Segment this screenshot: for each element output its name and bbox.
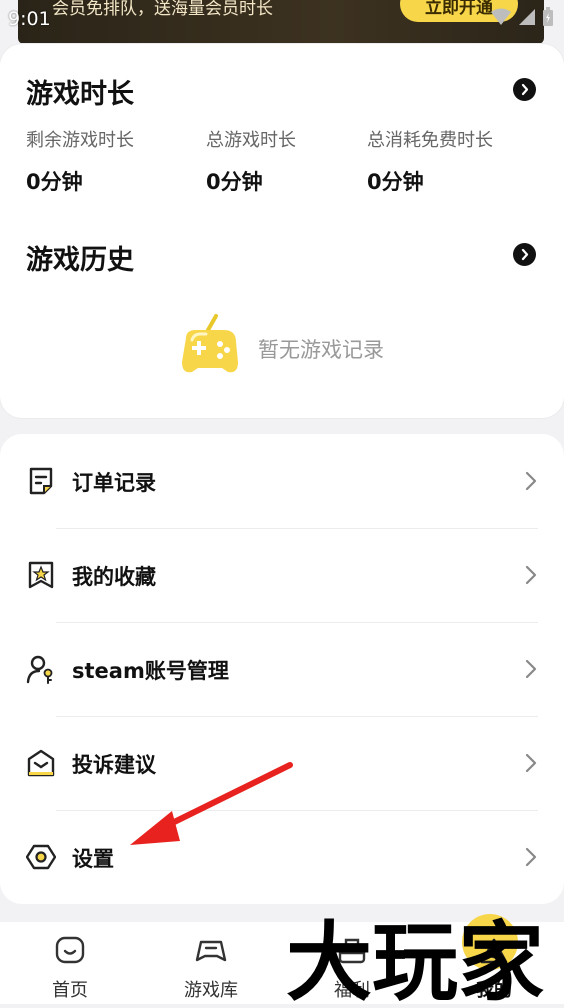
stat-value: 0分钟 bbox=[26, 170, 83, 194]
status-icons bbox=[490, 6, 554, 28]
nav-label: 首页 bbox=[52, 980, 88, 1001]
user-key-icon bbox=[26, 655, 53, 684]
annotation-arrow bbox=[130, 762, 293, 845]
game-history-title: 游戏历史 bbox=[26, 245, 134, 276]
nav-label: 游戏库 bbox=[184, 980, 238, 1001]
stat-remaining-time: 剩余游戏时长 0分钟 bbox=[26, 126, 134, 196]
menu-item-label: 订单记录 bbox=[72, 471, 156, 495]
menu-item-label: 设置 bbox=[72, 847, 114, 871]
menu-item-favorites[interactable]: 我的收藏 bbox=[0, 528, 564, 622]
wifi-icon bbox=[491, 8, 511, 25]
status-time: 9:01 bbox=[8, 8, 51, 30]
chevron-right-icon bbox=[521, 248, 529, 261]
nav-item-game-library[interactable]: 游戏库 bbox=[166, 934, 256, 1002]
home-icon bbox=[55, 936, 85, 964]
menu-item-label: 我的收藏 bbox=[72, 565, 156, 589]
menu-item-label: steam账号管理 bbox=[72, 659, 229, 683]
member-banner: 会员免排队，送海量会员时长 立即开通 9:01 bbox=[0, 0, 564, 44]
gamepad-illustration-icon bbox=[182, 314, 238, 373]
bookmark-star-icon bbox=[28, 561, 54, 589]
settings-hex-icon bbox=[26, 844, 56, 870]
menu-item-orders[interactable]: 订单记录 bbox=[0, 434, 564, 528]
member-banner-bg: 会员免排队，送海量会员时长 立即开通 bbox=[18, 0, 544, 44]
stat-value: 0分钟 bbox=[206, 170, 263, 194]
watermark-logo: 大玩家 bbox=[280, 900, 564, 1008]
watermark-logo-art: 大玩家 bbox=[286, 913, 544, 1008]
battery-icon bbox=[543, 7, 553, 26]
chevron-right-icon bbox=[525, 565, 537, 585]
menu-item-steam-account[interactable]: steam账号管理 bbox=[0, 622, 564, 716]
chevron-right-icon bbox=[525, 659, 537, 679]
stat-free-time-used: 总消耗免费时长 0分钟 bbox=[367, 126, 493, 196]
chevron-right-icon bbox=[521, 83, 529, 96]
signal-icon bbox=[519, 9, 535, 25]
game-history-more-button[interactable] bbox=[513, 243, 536, 266]
history-empty-state: 暂无游戏记录 bbox=[178, 312, 418, 384]
stat-value: 0分钟 bbox=[367, 170, 424, 194]
chevron-right-icon bbox=[525, 753, 537, 773]
chevron-right-icon bbox=[525, 847, 537, 867]
game-stats-card: 游戏时长 剩余游戏时长 0分钟 总游戏时长 0分钟 总消耗免费时长 0分钟 游戏… bbox=[0, 44, 564, 418]
stat-label: 总消耗免费时长 bbox=[367, 130, 493, 151]
stat-total-time: 总游戏时长 0分钟 bbox=[206, 126, 296, 196]
nav-item-home[interactable]: 首页 bbox=[25, 934, 115, 1002]
game-time-more-button[interactable] bbox=[513, 78, 536, 101]
watermark-text: 大玩家 bbox=[286, 913, 544, 1004]
stat-label: 总游戏时长 bbox=[206, 130, 296, 151]
gamepad-icon bbox=[195, 940, 227, 962]
banner-text: 会员免排队，送海量会员时长 bbox=[52, 0, 273, 19]
envelope-icon bbox=[27, 749, 55, 777]
game-time-title: 游戏时长 bbox=[26, 79, 134, 110]
order-icon bbox=[29, 467, 53, 495]
stat-label: 剩余游戏时长 bbox=[26, 130, 134, 151]
chevron-right-icon bbox=[525, 471, 537, 491]
history-empty-text: 暂无游戏记录 bbox=[258, 338, 384, 362]
